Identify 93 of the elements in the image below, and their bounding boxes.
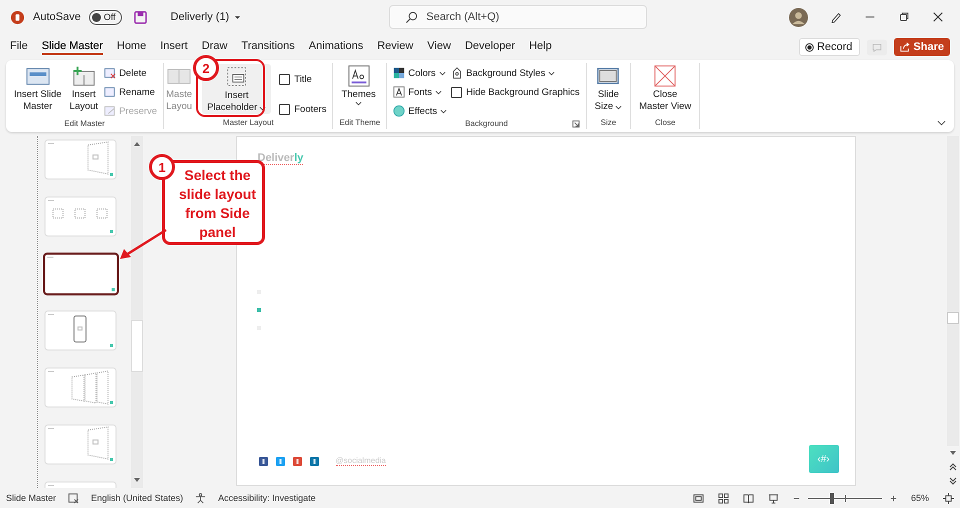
scrollbar-thumb[interactable] [947,312,959,324]
record-icon [804,42,814,52]
checkbox[interactable]: Title [279,71,326,87]
background-styles-button[interactable]: Background Styles [451,65,580,81]
placeholder-icon [224,66,249,88]
caret-icon [440,108,448,114]
social-icon [258,456,268,466]
close-icon[interactable] [932,11,944,23]
ribbon-tab[interactable]: Slide Master [42,39,103,55]
social-icon [276,456,284,466]
checkbox[interactable]: Footers [279,101,326,117]
layout-icon [104,105,116,117]
ribbon-button[interactable]: Rename [104,84,158,100]
save-icon[interactable] [134,10,147,24]
ribbon-tab[interactable]: File [10,39,28,55]
notes-icon[interactable] [68,492,80,504]
caret-icon [548,70,556,76]
step-number: 1 [149,154,175,180]
slide-sorter-icon[interactable] [718,492,729,504]
ribbon-tab[interactable]: Draw [202,39,228,55]
themes-icon [346,65,371,87]
ribbon-button[interactable]: Delete [104,65,158,81]
themes-button[interactable]: Themes [339,65,378,118]
close-master-view-button[interactable]: Close Master View [637,65,694,118]
search-field[interactable]: Search (Alt+Q) [389,5,648,29]
scroll-down-icon[interactable] [949,449,957,457]
record-button[interactable]: Record [798,38,860,56]
slide-size-icon [596,65,620,87]
social-icon [292,456,302,466]
view-status: Slide Master [6,493,56,503]
fit-to-window-icon[interactable] [943,492,954,504]
effects-icon [393,105,406,117]
group-caption: Background [465,119,508,128]
group-caption: Edit Master [63,119,106,128]
checkbox[interactable]: Hide Background Graphics [451,84,580,100]
caret-icon [438,70,446,76]
layout-icon [104,86,116,98]
dialog-launcher-icon[interactable] [572,120,580,128]
ribbon-tab[interactable]: Animations [308,39,364,55]
reading-view-icon[interactable] [742,492,754,504]
ribbon-tab[interactable]: Developer [464,39,516,55]
insert-layout-icon [72,65,96,87]
autosave-toggle[interactable]: Off [88,10,122,24]
slide-master-icon [26,65,50,87]
group-caption: Close [654,118,676,127]
ribbon-tab[interactable]: Transitions [241,39,295,55]
caret-icon [435,90,442,94]
pen-icon[interactable] [830,11,842,23]
ribbon-button[interactable]: Insert Layout [68,65,100,119]
social-icon [310,456,318,466]
zoom-in-icon[interactable] [890,494,897,502]
language-status[interactable]: English (United States) [91,493,184,503]
scrollbar-thumb[interactable] [131,320,143,372]
paint-bucket-icon [451,67,464,79]
slide-thumbnail[interactable] [43,252,119,296]
ribbon-tab[interactable]: Help [529,39,552,55]
zoom-level[interactable]: 65% [910,493,929,503]
restore-icon[interactable] [898,11,910,23]
caret-icon[interactable] [234,14,242,20]
color-swatch-icon [393,67,406,79]
scroll-up-icon[interactable] [133,140,141,148]
caret-icon [615,104,622,110]
group-caption: Size [600,118,618,127]
autosave-label: AutoSave [33,11,81,23]
group-caption: Master Layout [222,118,275,127]
ribbon-tab[interactable]: Review [377,39,414,55]
ribbon-button[interactable]: Colors [393,65,448,81]
ribbon-tab[interactable]: Home [116,39,146,55]
share-button[interactable]: Share [894,38,950,56]
ribbon-tab[interactable]: Insert [160,39,188,55]
collapse-ribbon-icon[interactable] [937,120,946,126]
slide-size-button[interactable]: Slide Size [592,65,624,118]
font-icon [393,86,406,98]
accessibility-status[interactable]: Accessibility: Investigate [218,493,316,503]
ribbon-button[interactable]: Effects [393,103,448,119]
avatar-icon[interactable] [789,8,808,26]
previous-slide-icon[interactable] [949,463,957,471]
close-view-icon [653,65,678,87]
zoom-slider[interactable] [808,492,882,504]
accessibility-icon[interactable] [195,492,206,504]
ribbon-button[interactable]: Fonts [393,84,448,100]
document-title[interactable]: Deliverly (1) [170,11,230,23]
caret-icon [355,101,362,106]
scroll-down-icon[interactable] [133,476,141,484]
normal-view-icon[interactable] [692,492,704,504]
layout-icon [104,67,116,79]
group-caption: Edit Theme [339,118,380,127]
next-slide-icon[interactable] [949,477,957,485]
powerpoint-logo-icon [10,10,25,24]
ribbon-button[interactable]: Insert Slide Master [12,65,64,119]
share-icon [900,42,910,52]
ribbon-tab[interactable]: View [427,39,451,55]
slideshow-icon[interactable] [768,492,779,504]
